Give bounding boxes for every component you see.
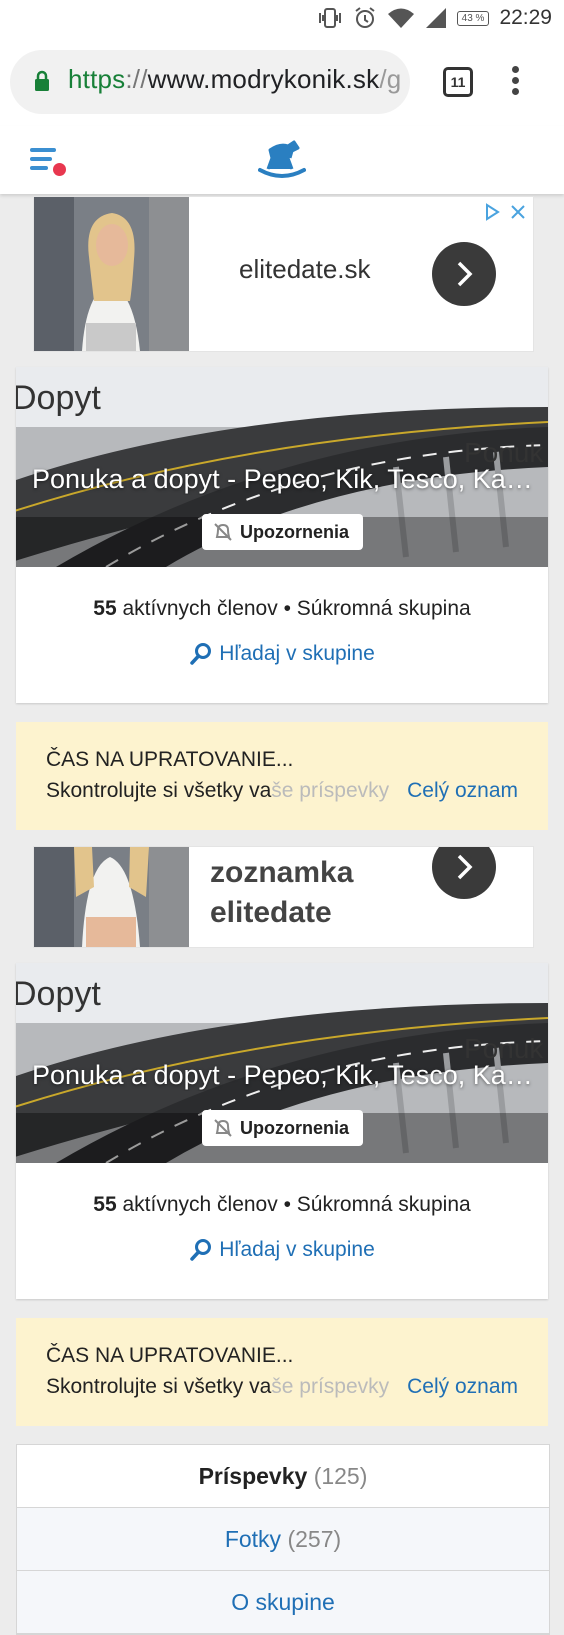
- group-banner: Dopyt Ponuk Ponuka a dopyt - Pepco, Kik,…: [16, 963, 548, 1163]
- search-icon: [190, 1239, 212, 1261]
- group-stats: 55 aktívnych členov • Súkromná skupina: [16, 597, 548, 621]
- adchoices-icon[interactable]: [483, 203, 501, 221]
- tab-posts-count: (125): [313, 1462, 368, 1489]
- url-host: www.modrykonik.sk: [147, 64, 380, 94]
- tab-photos[interactable]: Fotky (257): [17, 1508, 549, 1571]
- members-text: aktívnych členov • Súkromná skupina: [116, 1193, 471, 1216]
- search-in-group-label: Hľadaj v skupine: [219, 1238, 375, 1261]
- vibrate-icon: [318, 8, 341, 28]
- status-bar: 43 % 22:29: [0, 0, 564, 38]
- bell-off-icon: [214, 1119, 232, 1137]
- url-scheme: https: [68, 64, 126, 94]
- members-text: aktívnych členov • Súkromná skupina: [116, 597, 471, 620]
- ad-choices[interactable]: [483, 203, 527, 221]
- ad-text-line2: elitedate: [210, 896, 332, 929]
- notice-body: Skontrolujte si všetky vaše príspevky: [46, 1375, 390, 1398]
- tab-photos-count: (257): [287, 1525, 342, 1552]
- signal-icon: [425, 8, 446, 28]
- rocking-horse-logo-icon[interactable]: [258, 138, 306, 180]
- group-card: Dopyt Ponuk Ponuka a dopyt - Pepco, Kik,…: [16, 367, 548, 703]
- search-in-group-link[interactable]: Hľadaj v skupine: [16, 1238, 548, 1262]
- ad-arrow-button[interactable]: [432, 847, 496, 899]
- address-bar[interactable]: https://www.modrykonik.sk/g: [10, 50, 410, 114]
- notice-more-link[interactable]: Celý oznam: [407, 1375, 518, 1399]
- alarm-icon: [355, 7, 375, 28]
- status-icons: 43 % 22:29: [317, 6, 552, 30]
- tab-posts[interactable]: Príspevky (125): [17, 1445, 549, 1508]
- site-header: [0, 126, 564, 194]
- chevron-right-icon: [457, 854, 473, 880]
- search-in-group-label: Hľadaj v skupine: [219, 642, 375, 665]
- group-card: Dopyt Ponuk Ponuka a dopyt - Pepco, Kik,…: [16, 963, 548, 1299]
- notice-title: ČAS NA UPRATOVANIE...: [46, 1344, 294, 1367]
- notifications-label: Upozornenia: [240, 521, 350, 542]
- lock-icon: [35, 70, 49, 91]
- chevron-right-icon: [457, 261, 473, 287]
- ad-close-icon[interactable]: [509, 203, 527, 221]
- ad-banner[interactable]: zoznamka elitedate: [33, 846, 534, 948]
- tab-about-label: O skupine: [231, 1588, 335, 1615]
- notification-dot: [53, 163, 66, 176]
- notice-box: ČAS NA UPRATOVANIE... Skontrolujte si vš…: [16, 1318, 548, 1426]
- browser-menu-icon[interactable]: [512, 66, 520, 99]
- tab-photos-label: Fotky: [224, 1525, 282, 1552]
- tab-switcher-button[interactable]: 11: [443, 67, 473, 97]
- url-text[interactable]: https://www.modrykonik.sk/g: [68, 64, 401, 95]
- notice-title: ČAS NA UPRATOVANIE...: [46, 748, 294, 771]
- ad-text-line1: zoznamka: [210, 856, 354, 889]
- hamburger-menu-icon[interactable]: [30, 148, 56, 175]
- banner-word-left: Dopyt: [16, 975, 101, 1013]
- clock: 22:29: [499, 6, 552, 29]
- tab-about[interactable]: O skupine: [17, 1571, 549, 1634]
- bell-off-icon: [214, 523, 232, 541]
- search-in-group-link[interactable]: Hľadaj v skupine: [16, 642, 548, 666]
- notice-box: ČAS NA UPRATOVANIE... Skontrolujte si vš…: [16, 722, 548, 830]
- group-title: Ponuka a dopyt - Pepco, Kik, Tesco, Kauf…: [32, 1060, 537, 1090]
- battery-indicator: 43 %: [456, 10, 490, 26]
- ad-arrow-button[interactable]: [432, 242, 496, 306]
- wifi-icon: [387, 8, 414, 28]
- url-path: /g: [379, 64, 402, 94]
- notice-more-link[interactable]: Celý oznam: [407, 779, 518, 803]
- ad-photo: [34, 847, 189, 947]
- tab-posts-label: Príspevky: [198, 1462, 308, 1489]
- browser-toolbar: https://www.modrykonik.sk/g 11: [0, 38, 564, 126]
- members-count: 55: [93, 1193, 117, 1216]
- group-tabs: Príspevky (125) Fotky (257) O skupine: [16, 1444, 550, 1635]
- members-count: 55: [93, 597, 117, 620]
- notice-body: Skontrolujte si všetky vaše príspevky: [46, 779, 390, 802]
- ad-photo: [34, 197, 189, 351]
- group-title: Ponuka a dopyt - Pepco, Kik, Tesco, Kauf…: [32, 464, 537, 494]
- notifications-button[interactable]: Upozornenia: [202, 1110, 364, 1146]
- banner-word-left: Dopyt: [16, 379, 101, 417]
- ad-banner[interactable]: elitedate.sk: [33, 196, 534, 352]
- notifications-label: Upozornenia: [240, 1117, 350, 1138]
- notifications-button[interactable]: Upozornenia: [202, 514, 364, 550]
- group-banner: Dopyt Ponuk Ponuka a dopyt - Pepco, Kik,…: [16, 367, 548, 567]
- ad-text: zoznamka elitedate: [210, 853, 353, 933]
- group-stats: 55 aktívnych členov • Súkromná skupina: [16, 1193, 548, 1217]
- search-icon: [190, 643, 212, 665]
- ad-text: elitedate.sk: [239, 254, 371, 284]
- url-separator: ://: [125, 64, 148, 94]
